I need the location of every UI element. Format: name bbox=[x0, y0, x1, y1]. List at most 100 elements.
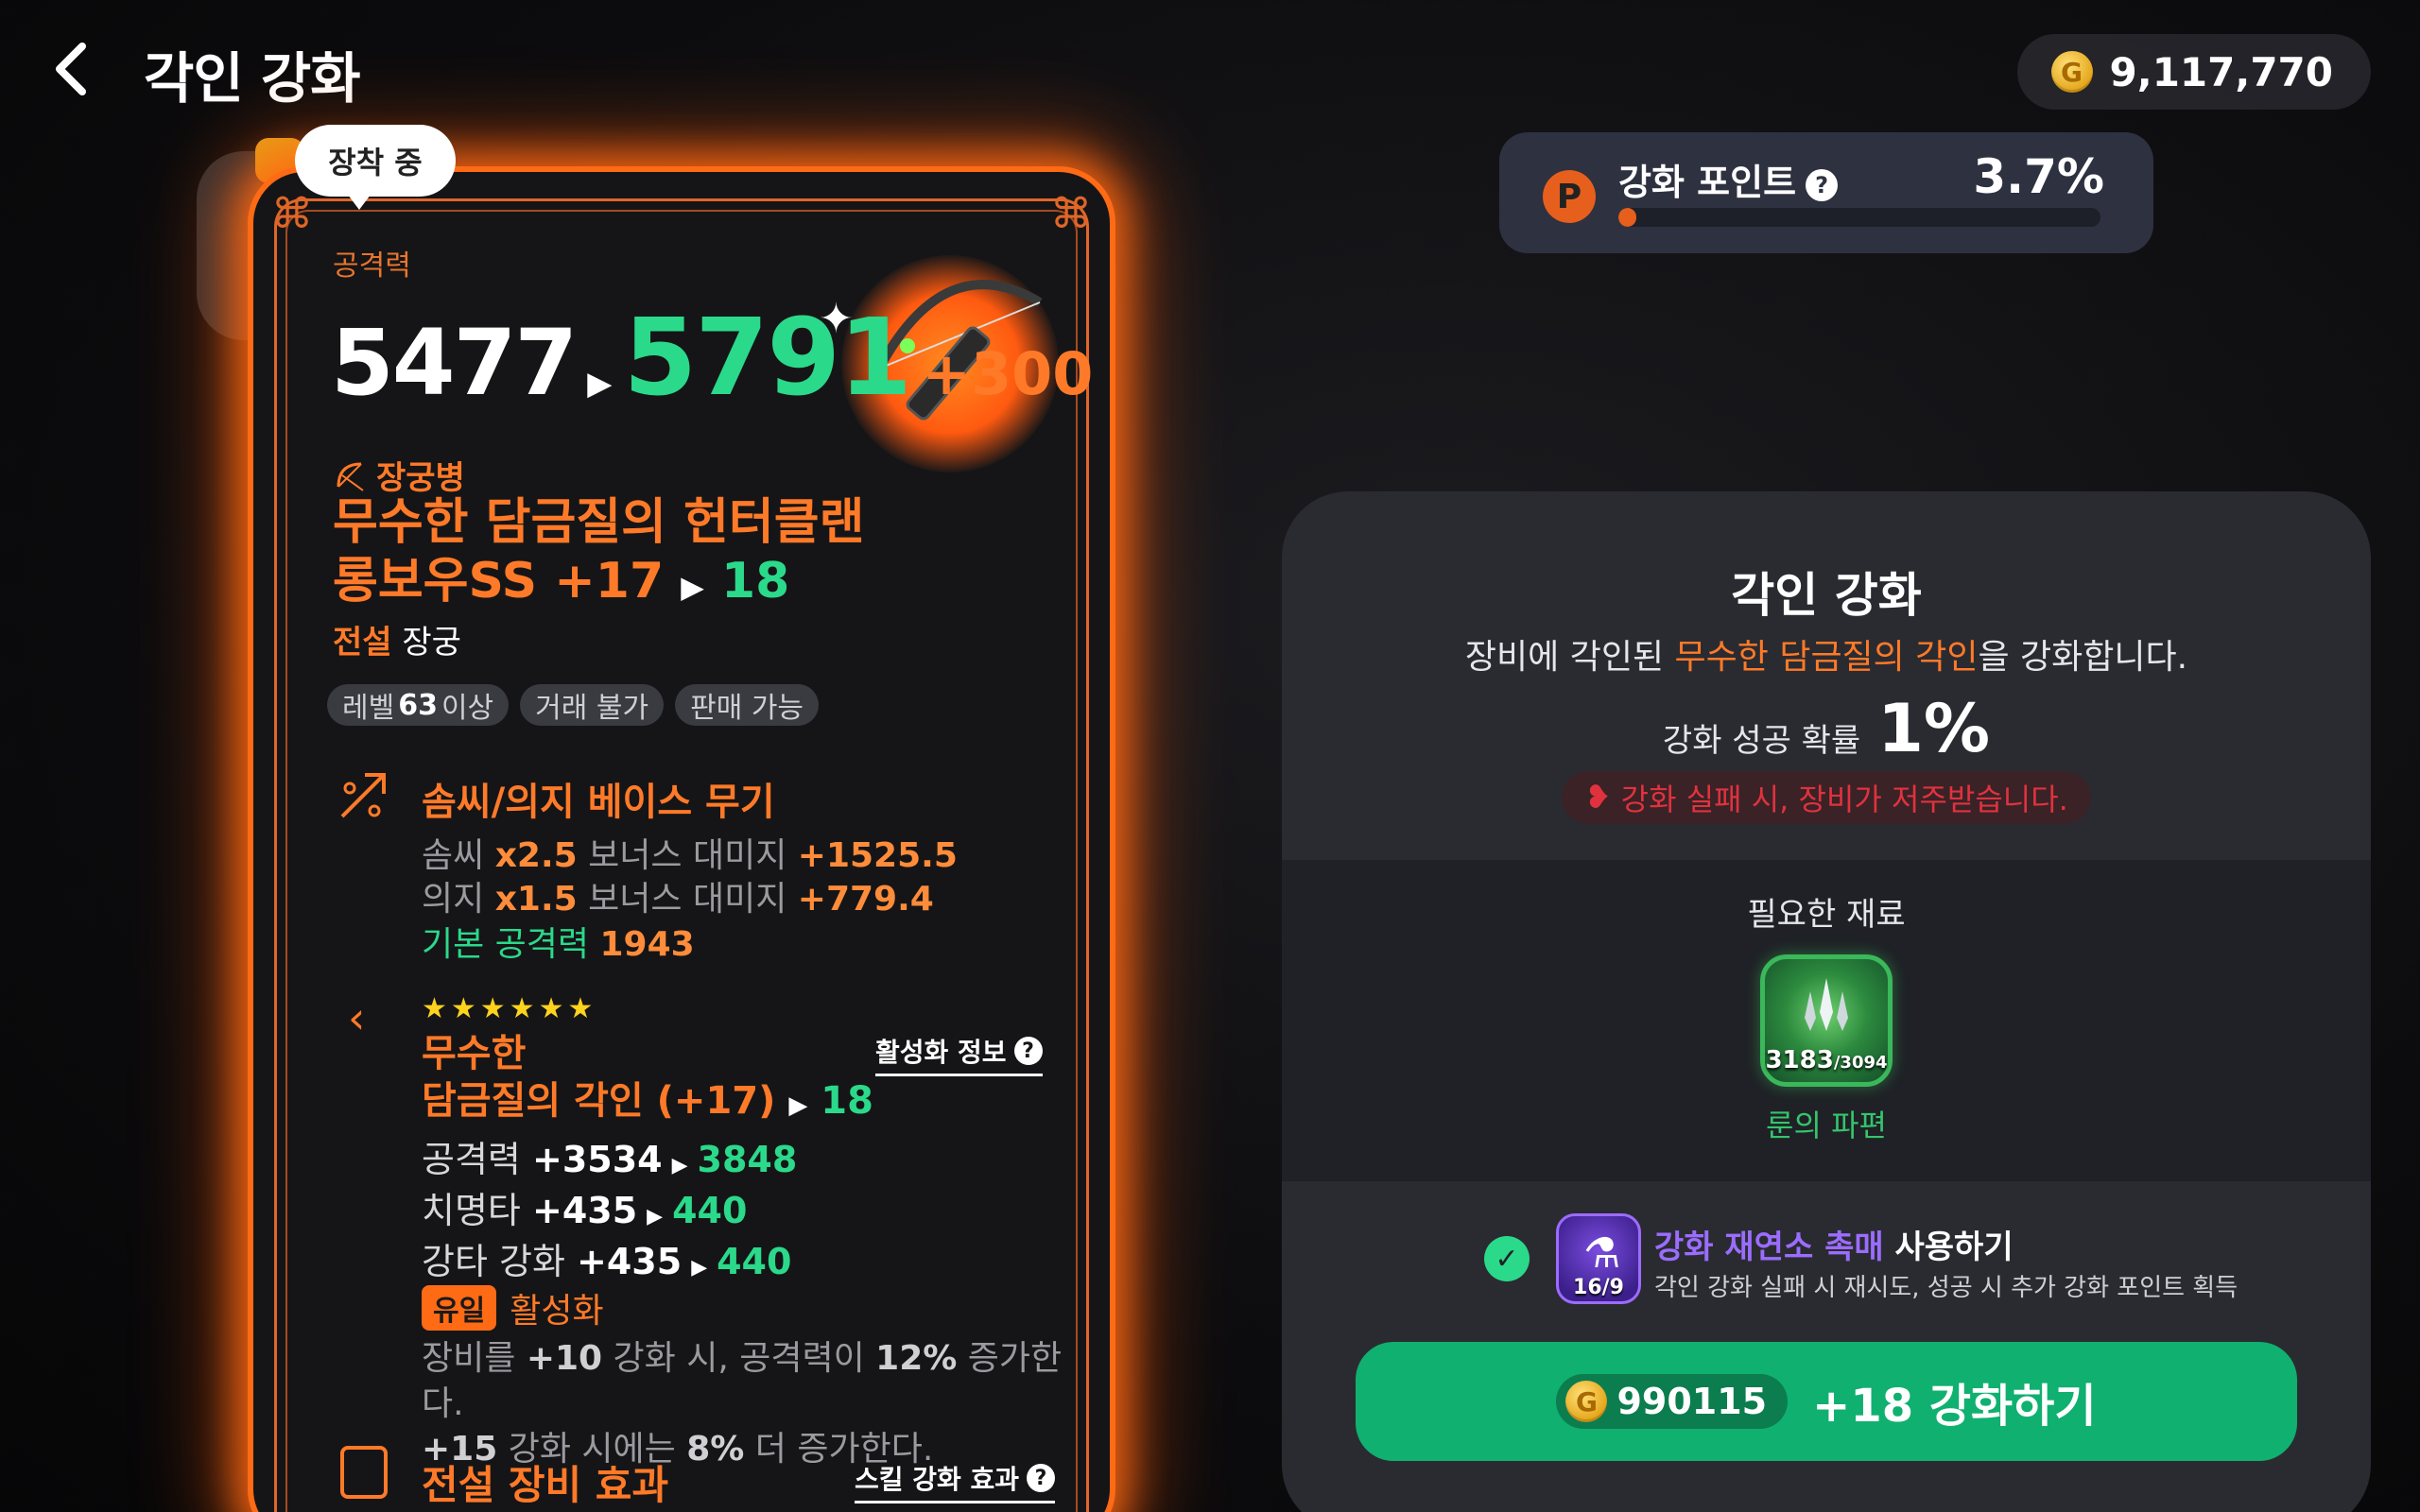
point-progress-bar bbox=[1618, 208, 2100, 227]
success-rate-label: 강화 성공 확률 bbox=[1662, 722, 1861, 760]
point-percent: 3.7% bbox=[1973, 149, 2104, 204]
help-icon[interactable]: ? bbox=[1806, 168, 1839, 201]
skill-effect-link[interactable]: 스킬 강화 효과? bbox=[855, 1459, 1056, 1503]
attack-bonus: +300 bbox=[922, 339, 1094, 408]
enhance-point-box: P 강화 포인트? 3.7% bbox=[1499, 132, 2153, 253]
arrow-right-icon: ▶ bbox=[671, 1154, 688, 1177]
arrow-right-icon: ▶ bbox=[691, 1256, 708, 1280]
engraving-stat-smash: 강타 강화 +435 ▶ 440 bbox=[422, 1232, 791, 1284]
engraving-stars: ★★★★★★ bbox=[422, 992, 597, 1025]
catalyst-item[interactable]: ⚗ 16/9 bbox=[1556, 1213, 1641, 1304]
will-mid: 보너스 대미지 bbox=[588, 880, 787, 919]
engraving-stat-crit: 치명타 +435 ▶ 440 bbox=[422, 1181, 747, 1233]
attack-value-row: 5477 ▶ 5791 +300 bbox=[331, 297, 1093, 420]
gold-balance: G 9,117,770 bbox=[2016, 34, 2371, 110]
stat-label: 강타 강화 bbox=[422, 1241, 565, 1282]
will-bonus-line: 의지 x1.5 보너스 대미지 +779.4 bbox=[422, 871, 934, 920]
catalyst-name: 강화 재연소 촉매 bbox=[1654, 1228, 1884, 1266]
grade-label: 전설 bbox=[333, 624, 392, 662]
dex-stat: 솜씨 bbox=[422, 836, 485, 875]
materials-section: 필요한 재료 3183/3094 룬의 파편 bbox=[1282, 860, 2371, 1181]
will-value: +779.4 bbox=[797, 880, 934, 919]
stat-new: 3848 bbox=[697, 1139, 798, 1180]
stat-new: 440 bbox=[717, 1241, 792, 1282]
engraving-prev-button[interactable]: ‹ bbox=[348, 992, 365, 1043]
stat-old: +435 bbox=[531, 1190, 638, 1231]
catalyst-description: 각인 강화 실패 시 재시도, 성공 시 추가 강화 포인트 획득 bbox=[1654, 1274, 2238, 1302]
activation-info-label: 활성화 정보 bbox=[875, 1037, 1007, 1068]
arrow-right-icon: ▶ bbox=[647, 1205, 664, 1228]
level-chip: 레벨 63 이상 bbox=[327, 684, 510, 726]
unique-description: 장비를 +10 강화 시, 공격력이 12% 증가한다. +15 강화 시에는 … bbox=[422, 1336, 1074, 1472]
grade-row: 전설 장궁 bbox=[333, 616, 461, 662]
arrow-right-icon: ▶ bbox=[681, 569, 704, 605]
enhance-cost-value: 990115 bbox=[1616, 1381, 1768, 1422]
requirement-chips: 레벨 63 이상 거래 불가 판매 가능 bbox=[327, 684, 820, 726]
catalyst-title: 강화 재연소 촉매 사용하기 bbox=[1654, 1221, 2014, 1267]
engraving-stat-attack: 공격력 +3534 ▶ 3848 bbox=[422, 1130, 797, 1182]
enhance-panel: 각인 강화 장비에 각인된 무수한 담금질의 각인을 강화합니다. 강화 성공 … bbox=[1282, 491, 2371, 1512]
dex-mult: x2.5 bbox=[494, 836, 578, 875]
attack-new: 5791 bbox=[623, 297, 912, 420]
stat-old: +435 bbox=[577, 1241, 683, 1282]
class-row: 장궁병 bbox=[333, 452, 465, 498]
weapon-type: 장궁 bbox=[402, 624, 461, 662]
stat-new: 440 bbox=[672, 1190, 748, 1231]
base-weapon-icon bbox=[337, 769, 393, 826]
page-title: 각인 강화 bbox=[144, 46, 361, 111]
trade-chip: 거래 불가 bbox=[520, 684, 665, 726]
knot-ornament-icon: ⌘ bbox=[271, 190, 313, 238]
panel-title: 각인 강화 bbox=[1731, 568, 1922, 623]
unique-label: 활성화 bbox=[510, 1292, 604, 1331]
item-name: 무수한 담금질의 헌터클랜 롱보우SS +17 ▶ 18 bbox=[333, 493, 994, 616]
back-button[interactable] bbox=[38, 36, 104, 102]
base-attack-value: 1943 bbox=[599, 925, 695, 964]
enhance-button[interactable]: G 990115 +18 강화하기 bbox=[1356, 1342, 2297, 1461]
arrow-right-icon: ▶ bbox=[788, 1091, 808, 1120]
class-label: 장궁병 bbox=[376, 459, 465, 497]
point-progress-fill bbox=[1618, 208, 1636, 227]
unique-badge: 유일 bbox=[422, 1285, 497, 1331]
success-rate-value: 1% bbox=[1877, 690, 1991, 767]
sell-chip: 판매 가능 bbox=[675, 684, 820, 726]
subtitle-text: 장비에 각인된 bbox=[1464, 638, 1665, 677]
curse-warning-icon: ❥ bbox=[1584, 779, 1612, 816]
knot-ornament-icon: ⌘ bbox=[1050, 190, 1092, 238]
stat-old: +3534 bbox=[531, 1139, 663, 1180]
level-prefix: 레벨 bbox=[342, 692, 395, 725]
curse-warning-text: 강화 실패 시, 장비가 저주받습니다. bbox=[1620, 782, 2068, 817]
subtitle-text: 을 강화합니다. bbox=[1978, 638, 2188, 677]
dex-value: +1525.5 bbox=[797, 836, 958, 875]
engraving-name-line1: 무수한 bbox=[422, 1032, 527, 1075]
dex-bonus-line: 솜씨 x2.5 보너스 대미지 +1525.5 bbox=[422, 828, 958, 877]
item-next-level: 18 bbox=[720, 553, 790, 610]
gold-coin-icon: G bbox=[2050, 51, 2093, 93]
catalyst-action: 사용하기 bbox=[1894, 1228, 2014, 1266]
desc-text: 장비를 bbox=[422, 1339, 516, 1378]
attack-label: 공격력 bbox=[333, 249, 411, 283]
will-stat: 의지 bbox=[422, 880, 485, 919]
materials-title: 필요한 재료 bbox=[1747, 896, 1906, 934]
legend-effect-title: 전설 장비 효과 bbox=[422, 1462, 669, 1508]
enhance-cost: G 990115 bbox=[1556, 1374, 1789, 1429]
material-required: /3094 bbox=[1833, 1053, 1888, 1073]
engraving-name: 무수한 담금질의 각인 (+17) ▶ 18 bbox=[422, 1030, 873, 1129]
arrow-right-icon: ▶ bbox=[587, 365, 613, 403]
unique-activation: 유일 활성화 bbox=[422, 1283, 604, 1332]
potion-icon: ⚗ bbox=[1583, 1229, 1621, 1278]
catalyst-checkbox[interactable]: ✓ bbox=[1484, 1236, 1530, 1281]
level-suffix: 이상 bbox=[441, 692, 494, 725]
desc-highlight: 8% bbox=[686, 1430, 745, 1469]
activation-info-link[interactable]: 활성화 정보? bbox=[875, 1032, 1043, 1076]
point-badge-icon: P bbox=[1543, 170, 1596, 223]
gold-amount: 9,117,770 bbox=[2109, 48, 2333, 95]
engraving-next-level: 18 bbox=[821, 1079, 873, 1123]
base-weapon-title: 솜씨/의지 베이스 무기 bbox=[422, 781, 775, 824]
rune-shard-slot[interactable]: 3183/3094 bbox=[1760, 954, 1893, 1087]
chevron-left-icon bbox=[56, 43, 86, 95]
curse-warning: ❥ 강화 실패 시, 장비가 저주받습니다. bbox=[1562, 771, 2091, 824]
catalyst-count: 16/9 bbox=[1573, 1276, 1624, 1299]
crystal-icon bbox=[1793, 974, 1859, 1054]
desc-highlight: +10 bbox=[526, 1339, 603, 1378]
level-value: 63 bbox=[398, 688, 438, 722]
